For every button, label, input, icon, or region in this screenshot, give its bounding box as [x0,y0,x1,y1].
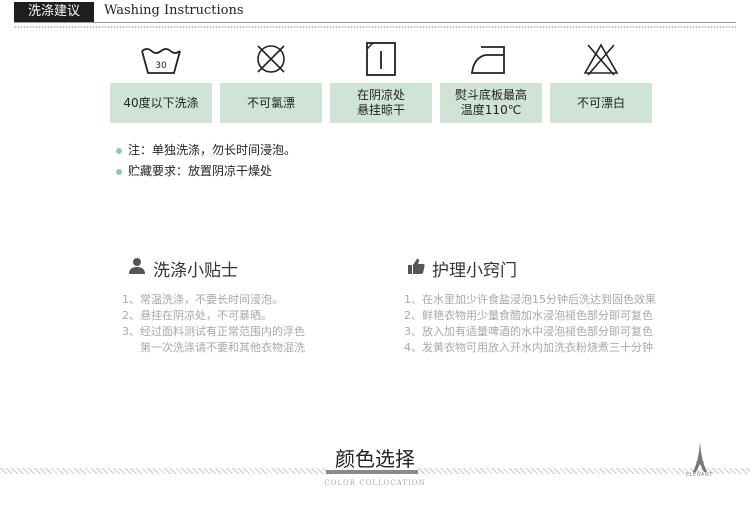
brand-text: ELEGANT [686,472,713,478]
care-tips-title: 护理小窍门 [408,256,517,281]
line-dry-shade-icon [366,42,396,76]
list-item: 4、发黄衣物可用放入开水内加洗衣粉烧煮三十分钟 [404,341,653,354]
thumbs-up-icon [408,258,425,274]
list-item: 1、常温洗涤，不要长时间浸泡。 [122,293,283,306]
section-header: 洗涤建议 Washing Instructions [0,0,750,40]
wash-care-label: 在阴凉处 悬挂晾干 [330,83,432,123]
list-item: 3、放入加有适量啤酒的水中浸泡褪色部分即可复色 [404,325,653,338]
section-english-title: Washing Instructions [104,3,244,18]
list-item: 3、经过面料测试有正常范围内的浮色 [122,325,305,338]
wash-30-icon: 30 [141,48,181,74]
iron-icon [470,46,505,74]
note-wash-separately: 注：单独洗涤，勿长时间浸泡。 [116,141,296,158]
care-tips-list: 1、在水里加少许食盐浸泡15分钟后洗达到固色效果 2、鲜艳衣物用少量食醋加水浸泡… [404,292,656,356]
wash-care-item-wash-30: 30 40度以下洗涤 [110,35,212,125]
footer-accent-bar [326,470,418,474]
list-item: 第一次洗涤请不要和其他衣物混洗 [140,341,305,354]
no-chlorine-bleach-icon [257,45,285,73]
washing-tips-title: 洗涤小贴士 [129,256,238,281]
list-item: 1、在水里加少许食盐浸泡15分钟后洗达到固色效果 [404,293,656,306]
list-item: 2、悬挂在阴凉处，不可暴晒。 [122,309,272,322]
section-tag: 洗涤建议 [14,2,94,22]
person-icon [129,258,145,274]
wash-care-item-iron: 熨斗底板最高 温度110℃ [440,35,542,125]
list-item: 2、鲜艳衣物用少量食醋加水浸泡褪色部分即可复色 [404,309,653,322]
wash-temp-text: 30 [155,61,167,71]
footer-hatched-line-left [0,468,326,474]
bullet-dot-icon [116,168,122,175]
wash-care-label: 40度以下洗涤 [110,83,212,123]
washing-tips-list: 1、常温洗涤，不要长时间浸泡。 2、悬挂在阴凉处，不可暴晒。 3、经过面料测试有… [122,292,305,356]
wash-care-label: 不可氯漂 [220,83,322,123]
bullet-dot-icon [116,147,122,154]
color-selection-subtitle: COLOR COLLOCATION [324,479,426,487]
no-bleach-icon [583,43,619,76]
wash-care-label: 不可漂白 [550,83,652,123]
eiffel-tower-icon [693,442,707,472]
wash-care-label: 熨斗底板最高 温度110℃ [440,83,542,123]
wash-care-item-no-bleach: 不可漂白 [550,35,652,125]
header-divider [14,22,736,23]
wash-care-item-line-dry: 在阴凉处 悬挂晾干 [330,35,432,125]
header-dotted-line [14,26,736,28]
wash-care-item-no-chlorine: 不可氯漂 [220,35,322,125]
note-storage: 贮藏要求：放置阴凉干燥处 [116,162,272,179]
